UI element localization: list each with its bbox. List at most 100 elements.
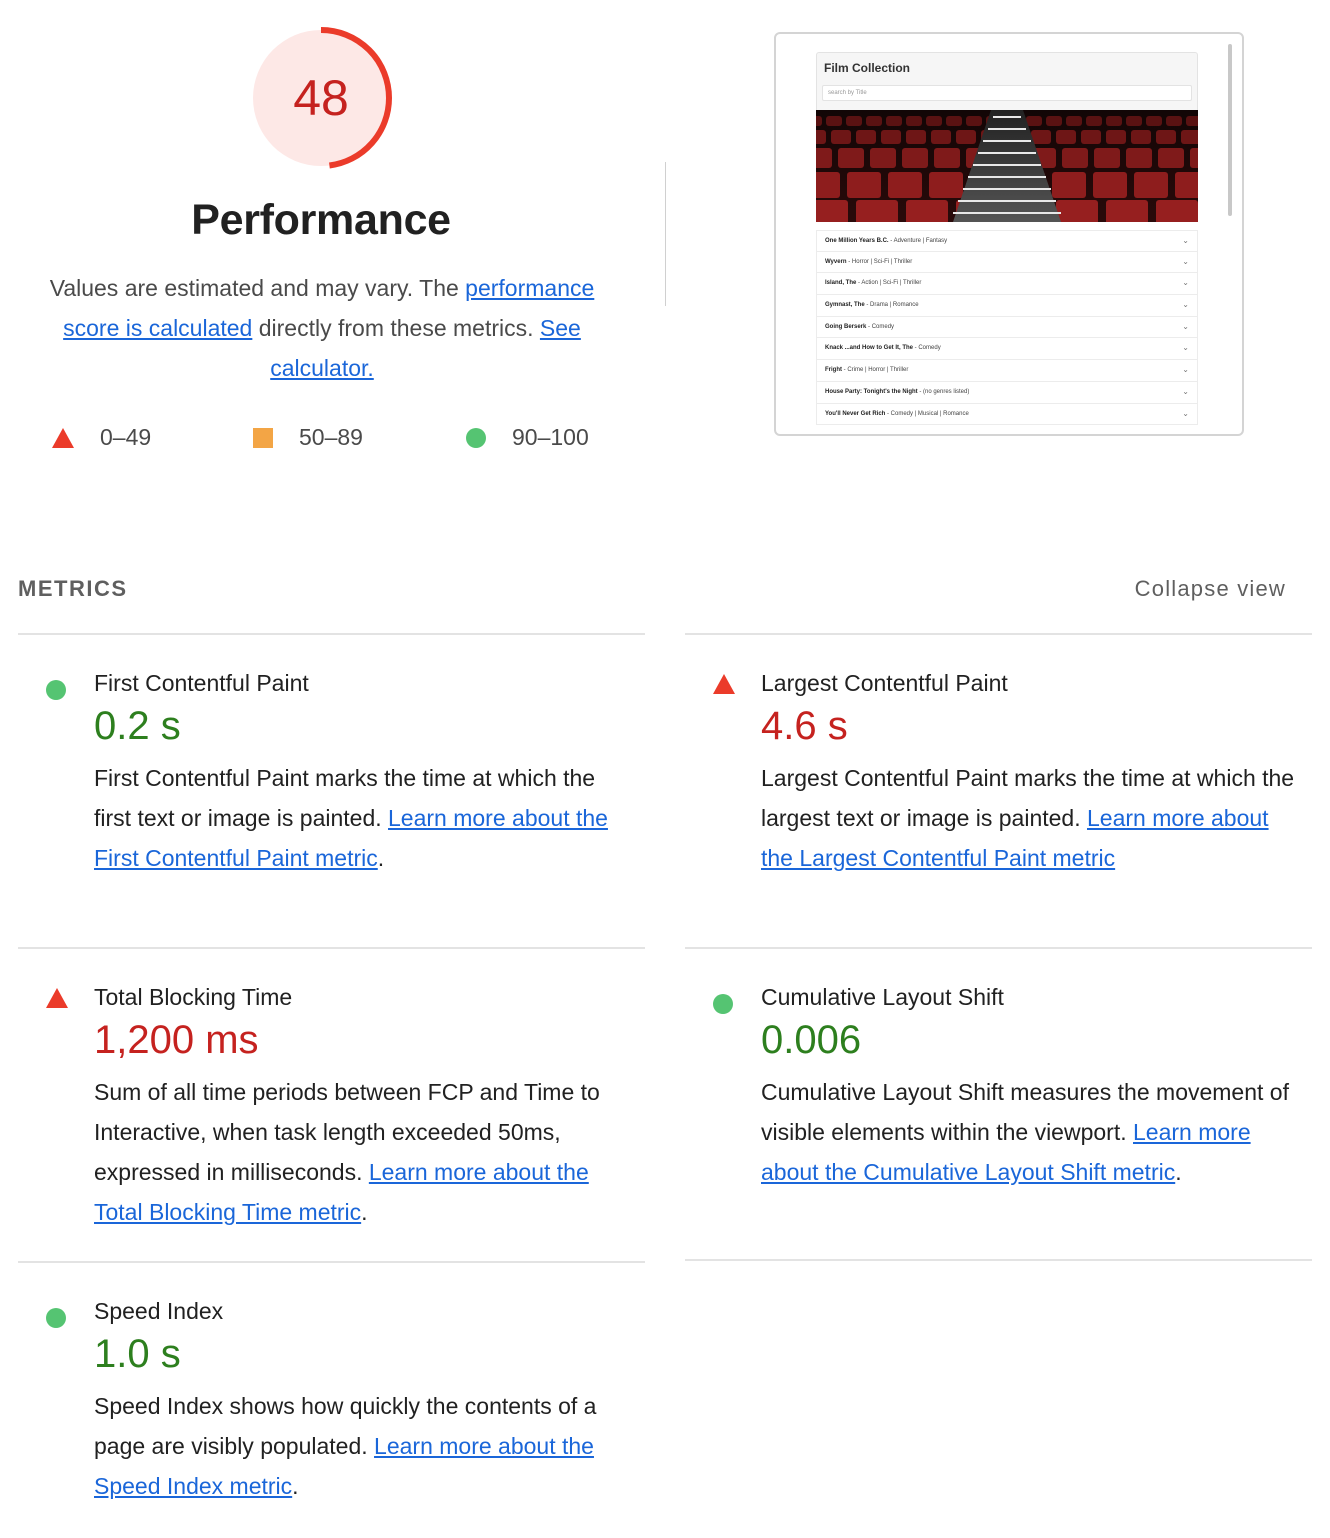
metrics-divider	[685, 1259, 1312, 1261]
metric-title: Speed Index	[94, 1298, 224, 1324]
screenshot-film-title: Island, The	[825, 280, 857, 287]
chevron-down-icon: ⌄	[1182, 365, 1189, 375]
score-description: Values are estimated and may vary. The p…	[22, 268, 622, 388]
score-gauge: 48	[249, 26, 393, 170]
metric-total-blocking-time: Total Blocking Time 1,200 ms Sum of all …	[18, 982, 618, 1242]
seat-shape	[856, 130, 876, 144]
screenshot-film-genres: - (no genres listed)	[917, 388, 970, 395]
aisle-light	[953, 212, 1061, 214]
screenshot-film-row: One Million Years B.C. - Adventure | Fan…	[816, 230, 1198, 252]
legend-label: 90–100	[512, 424, 589, 450]
screenshot-film-genres: - Comedy	[866, 323, 895, 330]
metric-value: 0.2 s	[94, 704, 181, 748]
metrics-divider	[685, 633, 1312, 635]
seat-shape	[1081, 130, 1101, 144]
score-value: 48	[293, 70, 349, 126]
metric-description-suffix: .	[1175, 1159, 1182, 1185]
pass-circle-icon	[713, 994, 733, 1014]
aisle-light	[983, 140, 1031, 142]
legend-item-average: 50–89	[253, 424, 363, 451]
aisle-light	[973, 164, 1041, 166]
collapse-view-button[interactable]: Collapse view	[1135, 576, 1286, 602]
seat-shape	[847, 172, 881, 198]
screenshot-film-genres: - Action | Sci-Fi | Thriller	[856, 280, 922, 287]
seat-shape	[816, 148, 832, 168]
legend-item-pass: 90–100	[466, 424, 589, 451]
seat-shape	[816, 130, 826, 144]
screenshot-film-genres: - Crime | Horror | Thriller	[842, 367, 909, 374]
pass-circle-icon	[46, 1308, 66, 1328]
cinema-seats-illustration	[816, 110, 1198, 222]
screenshot-film-genres: - Adventure | Fantasy	[888, 238, 948, 244]
final-screenshot[interactable]: Film Collection search by Title One Mill…	[774, 32, 1244, 436]
metric-value: 4.6 s	[761, 704, 848, 748]
screenshot-film-genres: - Comedy | Musical | Romance	[885, 410, 969, 417]
metric-value: 1,200 ms	[94, 1018, 259, 1062]
seat-shape	[934, 148, 960, 168]
metric-title: Cumulative Layout Shift	[761, 984, 1004, 1010]
screenshot-film-title: Knack ...and How to Get It, The	[825, 345, 914, 352]
chevron-down-icon: ⌄	[1182, 278, 1189, 288]
chevron-down-icon: ⌄	[1182, 236, 1189, 245]
aisle-light	[958, 200, 1056, 202]
seat-shape	[929, 172, 963, 198]
seat-shape	[838, 148, 864, 168]
metrics-divider	[18, 633, 645, 635]
seat-shape	[870, 148, 896, 168]
fail-triangle-icon	[713, 674, 735, 694]
seat-shape	[1086, 116, 1102, 126]
seat-shape	[1106, 116, 1122, 126]
aisle-light	[978, 152, 1036, 154]
chevron-down-icon: ⌄	[1182, 300, 1189, 310]
screenshot-film-list: One Million Years B.C. - Adventure | Fan…	[816, 230, 1198, 426]
seat-shape	[926, 116, 942, 126]
aisle-light	[993, 116, 1021, 118]
screenshot-film-row: Knack ...and How to Get It, The - Comedy…	[816, 338, 1198, 361]
seat-shape	[902, 148, 928, 168]
average-square-icon	[253, 427, 273, 448]
fail-triangle-icon	[52, 427, 74, 448]
screenshot-film-row: Gymnast, The - Drama | Romance ⌄	[816, 295, 1198, 317]
screenshot-film-row: Wyvern - Horror | Sci-Fi | Thriller ⌄	[816, 251, 1198, 274]
seat-shape	[946, 116, 962, 126]
screenshot-film-genres: - Horror | Sci-Fi | Thriller	[846, 258, 913, 265]
metric-description: First Contentful Paint marks the time at…	[94, 758, 624, 878]
metric-description: Sum of all time periods between FCP and …	[94, 1072, 624, 1232]
seat-shape	[1134, 172, 1168, 198]
chevron-down-icon: ⌄	[1182, 256, 1189, 266]
metric-largest-contentful-paint: Largest Contentful Paint 4.6 s Largest C…	[685, 668, 1294, 928]
seat-shape	[1026, 116, 1042, 126]
metric-description: Cumulative Layout Shift measures the mov…	[761, 1072, 1306, 1192]
screenshot-search-input: search by Title	[822, 85, 1192, 101]
screenshot-film-row: Going Berserk - Comedy ⌄	[816, 316, 1198, 339]
seat-shape	[1052, 172, 1086, 198]
seat-shape	[1106, 130, 1126, 144]
seat-shape	[1126, 148, 1152, 168]
pass-circle-icon	[46, 680, 66, 700]
seat-shape	[1181, 130, 1198, 144]
aisle-light	[968, 176, 1046, 178]
seat-shape	[956, 130, 976, 144]
seat-shape	[1186, 116, 1198, 126]
seat-shape	[1066, 116, 1082, 126]
screenshot-film-title: You'll Never Get Rich	[825, 410, 886, 417]
seat-shape	[906, 200, 948, 222]
seat-shape	[856, 200, 898, 222]
screenshot-film-row: Island, The - Action | Sci-Fi | Thriller…	[816, 273, 1198, 296]
cinema-seats-image	[816, 110, 1198, 222]
screenshot-film-title: House Party: Tonight's the Night	[825, 388, 918, 395]
seat-shape	[831, 130, 851, 144]
seat-shape	[1131, 130, 1151, 144]
seat-shape	[846, 116, 862, 126]
score-scale-legend: 0–49 50–89 90–100	[0, 424, 660, 454]
metric-title: Total Blocking Time	[94, 984, 293, 1010]
metrics-divider	[685, 947, 1312, 949]
seat-shape	[1126, 116, 1142, 126]
seat-shape	[1031, 130, 1051, 144]
metric-description-suffix: .	[377, 845, 385, 871]
metrics-divider	[18, 947, 645, 949]
aisle-light	[963, 188, 1051, 190]
screenshot-scrollbar	[1228, 44, 1232, 216]
seat-shape	[1175, 172, 1198, 198]
metric-description: Speed Index shows how quickly the conten…	[94, 1386, 624, 1506]
